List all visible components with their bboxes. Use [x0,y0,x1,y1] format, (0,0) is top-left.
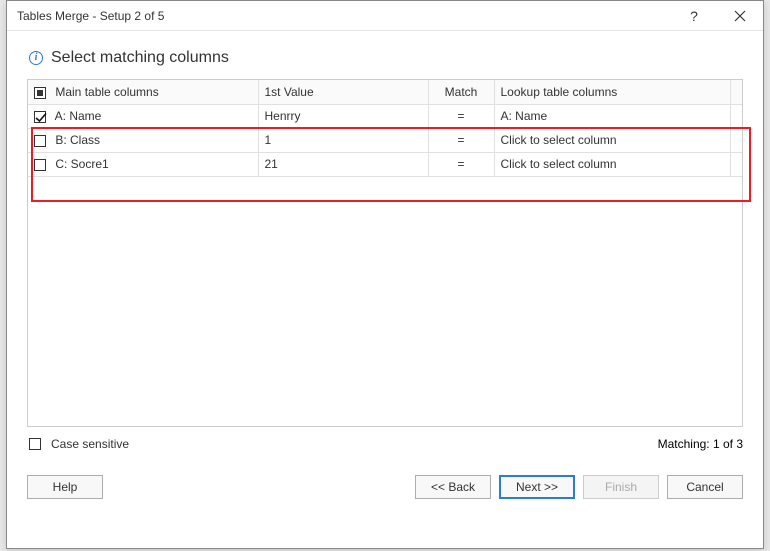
page-heading: Select matching columns [51,49,229,67]
cell-match[interactable]: = [428,104,494,128]
table-row: C: Socre1 21 = Click to select column [28,152,742,176]
row-checkbox[interactable] [34,111,46,123]
cell-lookup[interactable]: A: Name [494,104,730,128]
table-row: A: Name Henrry = A: Name [28,104,742,128]
main-col-label: B: Class [55,133,100,147]
cell-match[interactable]: = [428,128,494,152]
info-icon: i [29,51,43,65]
dialog-window: Tables Merge - Setup 2 of 5 ? i Select m… [6,0,764,549]
next-button[interactable]: Next >> [499,475,575,499]
heading-row: i Select matching columns [7,31,763,79]
cell-lookup[interactable]: Click to select column [494,128,730,152]
row-checkbox[interactable] [34,135,46,147]
header-main-label: Main table columns [55,85,158,99]
close-icon [734,10,746,22]
help-btn[interactable]: Help [27,475,103,499]
matching-status: Matching: 1 of 3 [658,437,743,451]
cell-main[interactable]: C: Socre1 [28,152,258,176]
cell-match[interactable]: = [428,152,494,176]
header-lookup-columns[interactable]: Lookup table columns [494,80,730,104]
titlebar: Tables Merge - Setup 2 of 5 ? [7,1,763,31]
select-all-checkbox-icon [34,87,46,99]
case-sensitive-label: Case sensitive [51,437,129,451]
footer-buttons-row: Help << Back Next >> Finish Cancel [7,451,763,499]
header-match[interactable]: Match [428,80,494,104]
close-button[interactable] [717,1,763,31]
columns-table-container: Main table columns 1st Value Match Looku… [27,79,743,427]
row-checkbox[interactable] [34,159,46,171]
main-col-label: A: Name [55,109,102,123]
cell-value: 1 [258,128,428,152]
table-header-row: Main table columns 1st Value Match Looku… [28,80,742,104]
cancel-button[interactable]: Cancel [667,475,743,499]
case-sensitive-option[interactable]: Case sensitive [29,437,129,451]
finish-button: Finish [583,475,659,499]
header-tail [730,80,742,104]
case-sensitive-checkbox [29,438,41,450]
footer-options-row: Case sensitive Matching: 1 of 3 [7,427,763,451]
back-button[interactable]: << Back [415,475,491,499]
help-button[interactable]: ? [671,1,717,31]
window-title: Tables Merge - Setup 2 of 5 [17,9,671,23]
main-col-label: C: Socre1 [55,157,108,171]
header-first-value[interactable]: 1st Value [258,80,428,104]
columns-table: Main table columns 1st Value Match Looku… [28,80,742,177]
table-row: B: Class 1 = Click to select column [28,128,742,152]
cell-value: Henrry [258,104,428,128]
content-area: Main table columns 1st Value Match Looku… [7,79,763,427]
header-main-columns[interactable]: Main table columns [28,80,258,104]
cell-main[interactable]: A: Name [28,104,258,128]
cell-main[interactable]: B: Class [28,128,258,152]
cell-lookup[interactable]: Click to select column [494,152,730,176]
cell-value: 21 [258,152,428,176]
